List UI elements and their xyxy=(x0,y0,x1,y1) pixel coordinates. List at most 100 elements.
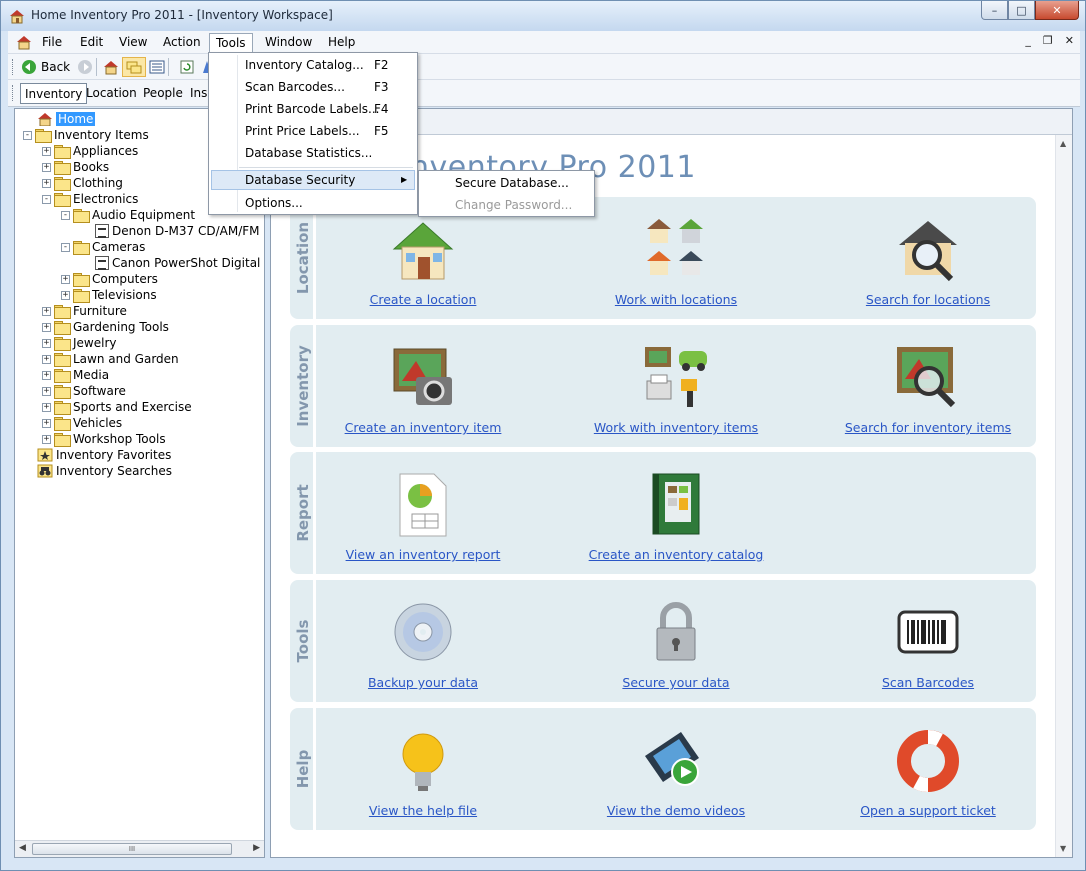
expand-toggle[interactable]: + xyxy=(42,322,51,332)
tree-item-lawn-garden[interactable]: + Lawn and Garden xyxy=(42,351,179,367)
expand-toggle[interactable]: + xyxy=(42,418,51,428)
tabs-grip[interactable] xyxy=(12,85,15,101)
tree-item-clothing[interactable]: + Clothing xyxy=(42,175,123,191)
mdi-restore-button[interactable]: ❐ xyxy=(1043,34,1053,47)
tree-item-inventory-items[interactable]: - Inventory Items xyxy=(23,127,149,143)
help-file-item[interactable]: View the help file xyxy=(303,708,543,830)
tree-item-denon[interactable]: Denon D-M37 CD/AM/FM micro xyxy=(95,223,264,239)
menu-inventory-catalog[interactable]: Inventory Catalog... F2 xyxy=(211,55,415,75)
expand-toggle[interactable]: + xyxy=(42,146,51,156)
maximize-button[interactable]: □ xyxy=(1008,1,1035,20)
tree-horizontal-scrollbar[interactable]: ◀ III ▶ xyxy=(15,840,264,857)
menu-action[interactable]: Action xyxy=(157,33,207,53)
tree-item-furniture[interactable]: + Furniture xyxy=(42,303,127,319)
create-catalog-item[interactable]: Create an inventory catalog xyxy=(556,452,796,574)
inventory-tree[interactable]: Home - Inventory Items + Appliances + Bo… xyxy=(14,108,265,858)
work-items-item[interactable]: Work with inventory items xyxy=(556,325,796,447)
expand-toggle[interactable]: + xyxy=(61,274,70,284)
tab-inventory[interactable]: Inventory xyxy=(20,83,88,104)
scan-barcodes-link[interactable]: Scan Barcodes xyxy=(808,675,1048,690)
tree-item-searches[interactable]: Inventory Searches xyxy=(37,463,172,479)
create-catalog-link[interactable]: Create an inventory catalog xyxy=(556,547,796,562)
forward-button[interactable] xyxy=(74,57,96,77)
menu-window[interactable]: Window xyxy=(259,33,318,53)
close-button[interactable]: ✕ xyxy=(1035,1,1079,20)
expand-toggle[interactable]: + xyxy=(42,370,51,380)
expand-toggle[interactable]: + xyxy=(42,402,51,412)
expand-toggle[interactable]: + xyxy=(42,306,51,316)
menu-view[interactable]: View xyxy=(113,33,153,53)
scroll-down-icon[interactable]: ▼ xyxy=(1060,844,1066,853)
search-locations-link[interactable]: Search for locations xyxy=(808,292,1048,307)
tree-item-canon[interactable]: Canon PowerShot Digital Camera xyxy=(95,255,264,271)
workspace-vertical-scrollbar[interactable]: ▲ ▼ xyxy=(1055,135,1072,857)
view-report-link[interactable]: View an inventory report xyxy=(303,547,543,562)
secure-data-link[interactable]: Secure your data xyxy=(556,675,796,690)
tree-item-computers[interactable]: + Computers xyxy=(61,271,158,287)
support-ticket-link[interactable]: Open a support ticket xyxy=(808,803,1048,818)
help-file-link[interactable]: View the help file xyxy=(303,803,543,818)
collapse-toggle[interactable]: - xyxy=(42,194,51,204)
home-button[interactable] xyxy=(100,57,122,77)
tab-location[interactable]: Location xyxy=(82,83,141,104)
tab-people[interactable]: People xyxy=(139,83,187,104)
refresh-button[interactable] xyxy=(176,57,198,77)
collapse-toggle[interactable]: - xyxy=(61,210,70,220)
tree-item-home[interactable]: Home xyxy=(37,111,96,127)
expand-toggle[interactable]: + xyxy=(61,290,70,300)
create-item-item[interactable]: Create an inventory item xyxy=(303,325,543,447)
menu-secure-database[interactable]: Secure Database... xyxy=(421,173,594,193)
menu-scan-barcodes[interactable]: Scan Barcodes... F3 xyxy=(211,77,415,97)
details-button[interactable] xyxy=(146,57,168,77)
mdi-close-button[interactable]: ✕ xyxy=(1065,34,1074,47)
support-ticket-item[interactable]: Open a support ticket xyxy=(808,708,1048,830)
expand-toggle[interactable]: + xyxy=(42,434,51,444)
collapse-toggle[interactable]: - xyxy=(61,242,70,252)
create-location-link[interactable]: Create a location xyxy=(303,292,543,307)
tree-item-workshop-tools[interactable]: + Workshop Tools xyxy=(42,431,166,447)
menu-help[interactable]: Help xyxy=(322,33,361,53)
scroll-left-icon[interactable]: ◀ xyxy=(19,843,26,853)
scroll-thumb[interactable]: III xyxy=(32,843,232,855)
menu-file[interactable]: File xyxy=(36,33,68,53)
tree-item-media[interactable]: + Media xyxy=(42,367,109,383)
tree-item-appliances[interactable]: + Appliances xyxy=(42,143,138,159)
tree-item-electronics[interactable]: - Electronics xyxy=(42,191,138,207)
demo-videos-item[interactable]: View the demo videos xyxy=(556,708,796,830)
tree-item-televisions[interactable]: + Televisions xyxy=(61,287,157,303)
tree-item-vehicles[interactable]: + Vehicles xyxy=(42,415,122,431)
collapse-toggle[interactable]: - xyxy=(23,130,32,140)
tree-item-books[interactable]: + Books xyxy=(42,159,109,175)
folders-button[interactable] xyxy=(122,57,146,77)
expand-toggle[interactable]: + xyxy=(42,178,51,188)
expand-toggle[interactable]: + xyxy=(42,162,51,172)
search-items-link[interactable]: Search for inventory items xyxy=(808,420,1048,435)
create-item-link[interactable]: Create an inventory item xyxy=(303,420,543,435)
secure-data-item[interactable]: Secure your data xyxy=(556,580,796,702)
menu-options[interactable]: Options... xyxy=(211,193,415,213)
house-menu-icon[interactable] xyxy=(16,34,32,50)
menu-change-password[interactable]: Change Password... xyxy=(421,195,594,215)
tree-item-favorites[interactable]: Inventory Favorites xyxy=(37,447,171,463)
tree-item-audio-equipment[interactable]: - Audio Equipment xyxy=(61,207,195,223)
backup-link[interactable]: Backup your data xyxy=(303,675,543,690)
scan-barcodes-item[interactable]: Scan Barcodes xyxy=(808,580,1048,702)
menu-print-barcode-labels[interactable]: Print Barcode Labels... F4 xyxy=(211,99,415,119)
menu-edit[interactable]: Edit xyxy=(74,33,109,53)
tree-item-software[interactable]: + Software xyxy=(42,383,126,399)
work-items-link[interactable]: Work with inventory items xyxy=(556,420,796,435)
search-items-item[interactable]: Search for inventory items xyxy=(808,325,1048,447)
tree-item-sports[interactable]: + Sports and Exercise xyxy=(42,399,192,415)
menu-database-security[interactable]: Database Security ▶ xyxy=(211,170,415,190)
expand-toggle[interactable]: + xyxy=(42,386,51,396)
backup-item[interactable]: Backup your data xyxy=(303,580,543,702)
scroll-right-icon[interactable]: ▶ xyxy=(253,843,260,853)
work-locations-link[interactable]: Work with locations xyxy=(556,292,796,307)
tree-item-gardening-tools[interactable]: + Gardening Tools xyxy=(42,319,169,335)
toolbar-grip[interactable] xyxy=(12,59,15,75)
expand-toggle[interactable]: + xyxy=(42,354,51,364)
menu-database-statistics[interactable]: Database Statistics... xyxy=(211,143,415,163)
menu-print-price-labels[interactable]: Print Price Labels... F5 xyxy=(211,121,415,141)
tree-item-jewelry[interactable]: + Jewelry xyxy=(42,335,117,351)
demo-videos-link[interactable]: View the demo videos xyxy=(556,803,796,818)
